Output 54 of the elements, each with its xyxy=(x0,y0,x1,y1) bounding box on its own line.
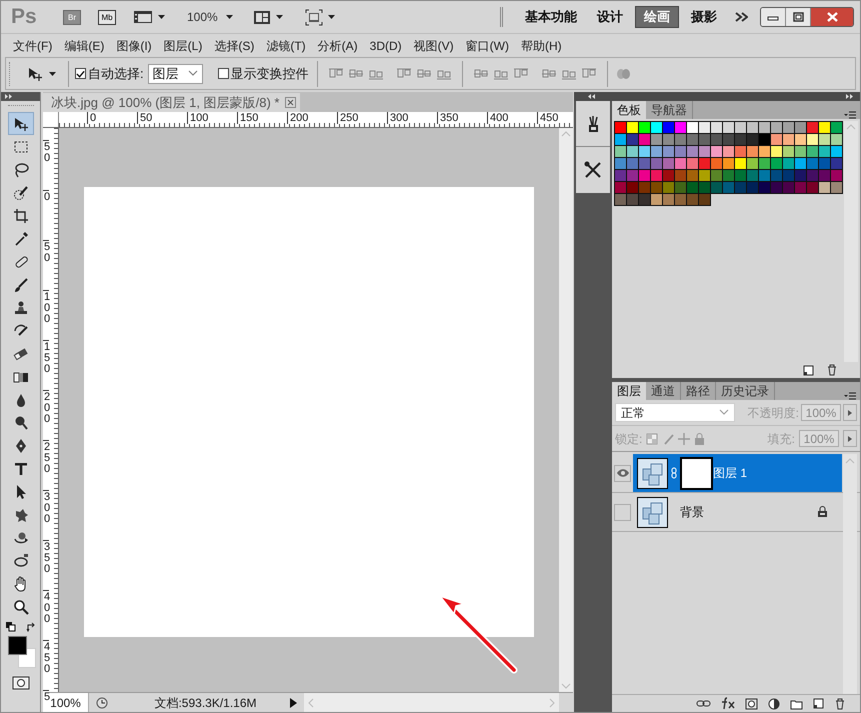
ruler-label: 50 xyxy=(43,140,50,164)
fill-label: 填充: xyxy=(768,430,795,448)
menu-item[interactable]: 帮助(H) xyxy=(514,36,568,54)
checkbox-label: 自动选择: xyxy=(88,64,144,83)
ruler-label: 200 xyxy=(287,112,308,124)
workspace-tab[interactable]: 基本功能 xyxy=(517,6,585,28)
menu-item[interactable]: 3D(D) xyxy=(364,36,408,54)
ruler-label: 400 xyxy=(487,112,508,124)
ruler-label: 450 xyxy=(537,112,558,124)
checkbox-label: 显示变换控件 xyxy=(230,64,309,83)
app-launch-button[interactable]: Mb xyxy=(98,10,116,24)
menu-item[interactable]: 文件(F) xyxy=(7,36,58,54)
ruler-label: 450 xyxy=(43,640,50,675)
ruler-label: 150 xyxy=(237,112,258,124)
auto-select-dropdown[interactable]: 图层 xyxy=(148,64,203,84)
menu-item[interactable]: 选择(S) xyxy=(208,36,260,54)
ruler-label: 100 xyxy=(43,290,50,325)
menu-item[interactable]: 图层(L) xyxy=(158,36,208,54)
menu-item[interactable]: 视图(V) xyxy=(408,36,460,54)
ruler-label: 300 xyxy=(43,490,50,525)
blend-mode-dropdown[interactable]: 正常 xyxy=(615,403,735,422)
ruler-label: 100 xyxy=(187,112,208,124)
layer-row[interactable]: 图层 1 xyxy=(633,454,842,492)
opacity-label: 不透明度: xyxy=(748,404,799,422)
layer-name: 背景 xyxy=(680,504,704,521)
ruler-label: 0 xyxy=(43,190,50,203)
ruler-label: 300 xyxy=(387,112,408,124)
ruler-label: 150 xyxy=(43,340,50,375)
workspace-tab[interactable]: 绘画 xyxy=(635,6,679,28)
layer-name: 图层 1 xyxy=(713,465,748,482)
menu-item[interactable]: 图像(I) xyxy=(110,36,158,54)
ruler-label: 250 xyxy=(337,112,358,124)
ruler-label: 50 xyxy=(43,240,50,264)
menu-item[interactable]: 分析(A) xyxy=(312,36,364,54)
layer-row[interactable]: 背景 xyxy=(633,493,842,531)
ruler-label: 350 xyxy=(437,112,458,124)
menu-item[interactable]: 窗口(W) xyxy=(460,36,515,54)
panel-tab[interactable]: 色板 xyxy=(612,101,646,119)
ruler-label: 350 xyxy=(43,540,50,575)
menu-item[interactable]: 编辑(E) xyxy=(58,36,110,54)
workspace-tab[interactable]: 设计 xyxy=(589,6,631,28)
zoom-dropdown[interactable]: 100% xyxy=(187,8,233,26)
ruler-label: 250 xyxy=(43,440,50,475)
panel-tab[interactable]: 图层 xyxy=(612,382,646,400)
ruler-label: 200 xyxy=(43,390,50,425)
document-size-info: 文档:593.3K/1.16M xyxy=(153,694,258,712)
menu-item[interactable]: 滤镜(T) xyxy=(260,36,312,54)
lock-label: 锁定: xyxy=(615,430,642,448)
ruler-label: 50 xyxy=(137,112,152,124)
ruler-label: 0 xyxy=(87,112,96,124)
app-logo: Ps xyxy=(11,4,38,30)
ruler-label: 400 xyxy=(43,590,50,625)
workspace-tab[interactable]: 摄影 xyxy=(683,6,725,28)
ruler-label: 5 xyxy=(43,690,50,703)
